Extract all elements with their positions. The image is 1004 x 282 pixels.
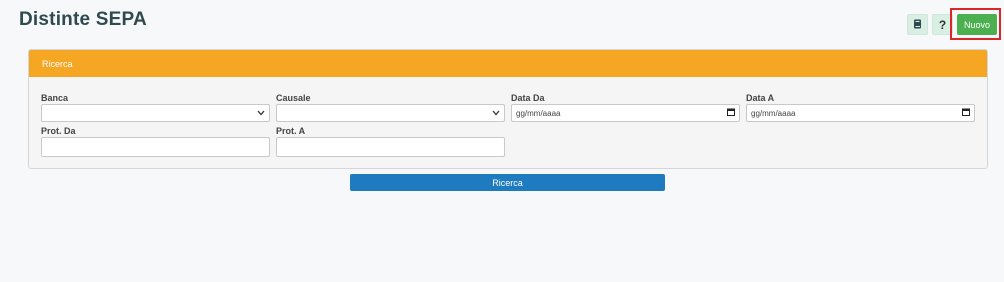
causale-select[interactable] (276, 104, 505, 122)
data-a-label: Data A (746, 93, 775, 103)
banca-label: Banca (41, 93, 69, 103)
data-da-placeholder: gg/mm/aaaa (516, 108, 561, 118)
chevron-down-icon (257, 109, 265, 118)
data-a-input[interactable]: gg/mm/aaaa (746, 104, 975, 122)
book-icon (913, 16, 922, 34)
data-da-input[interactable]: gg/mm/aaaa (511, 104, 740, 122)
search-panel-header: Ricerca (29, 50, 987, 77)
prot-a-input[interactable] (276, 137, 505, 157)
causale-label: Causale (276, 93, 311, 103)
page-title: Distinte SEPA (19, 9, 147, 30)
book-button[interactable] (907, 14, 928, 35)
new-button[interactable]: Nuovo (957, 14, 997, 35)
prot-a-label: Prot. A (276, 126, 306, 136)
help-icon: ? (938, 17, 947, 32)
calendar-icon[interactable] (962, 108, 970, 118)
search-button[interactable]: Ricerca (350, 174, 665, 191)
data-a-placeholder: gg/mm/aaaa (751, 108, 796, 118)
banca-select[interactable] (41, 104, 270, 122)
data-da-label: Data Da (511, 93, 545, 103)
calendar-icon[interactable] (727, 108, 735, 118)
prot-da-input[interactable] (41, 137, 270, 157)
search-panel: Ricerca Banca Causale Data Da gg/mm/aaaa… (28, 49, 988, 169)
chevron-down-icon (492, 109, 500, 118)
prot-da-label: Prot. Da (41, 126, 76, 136)
